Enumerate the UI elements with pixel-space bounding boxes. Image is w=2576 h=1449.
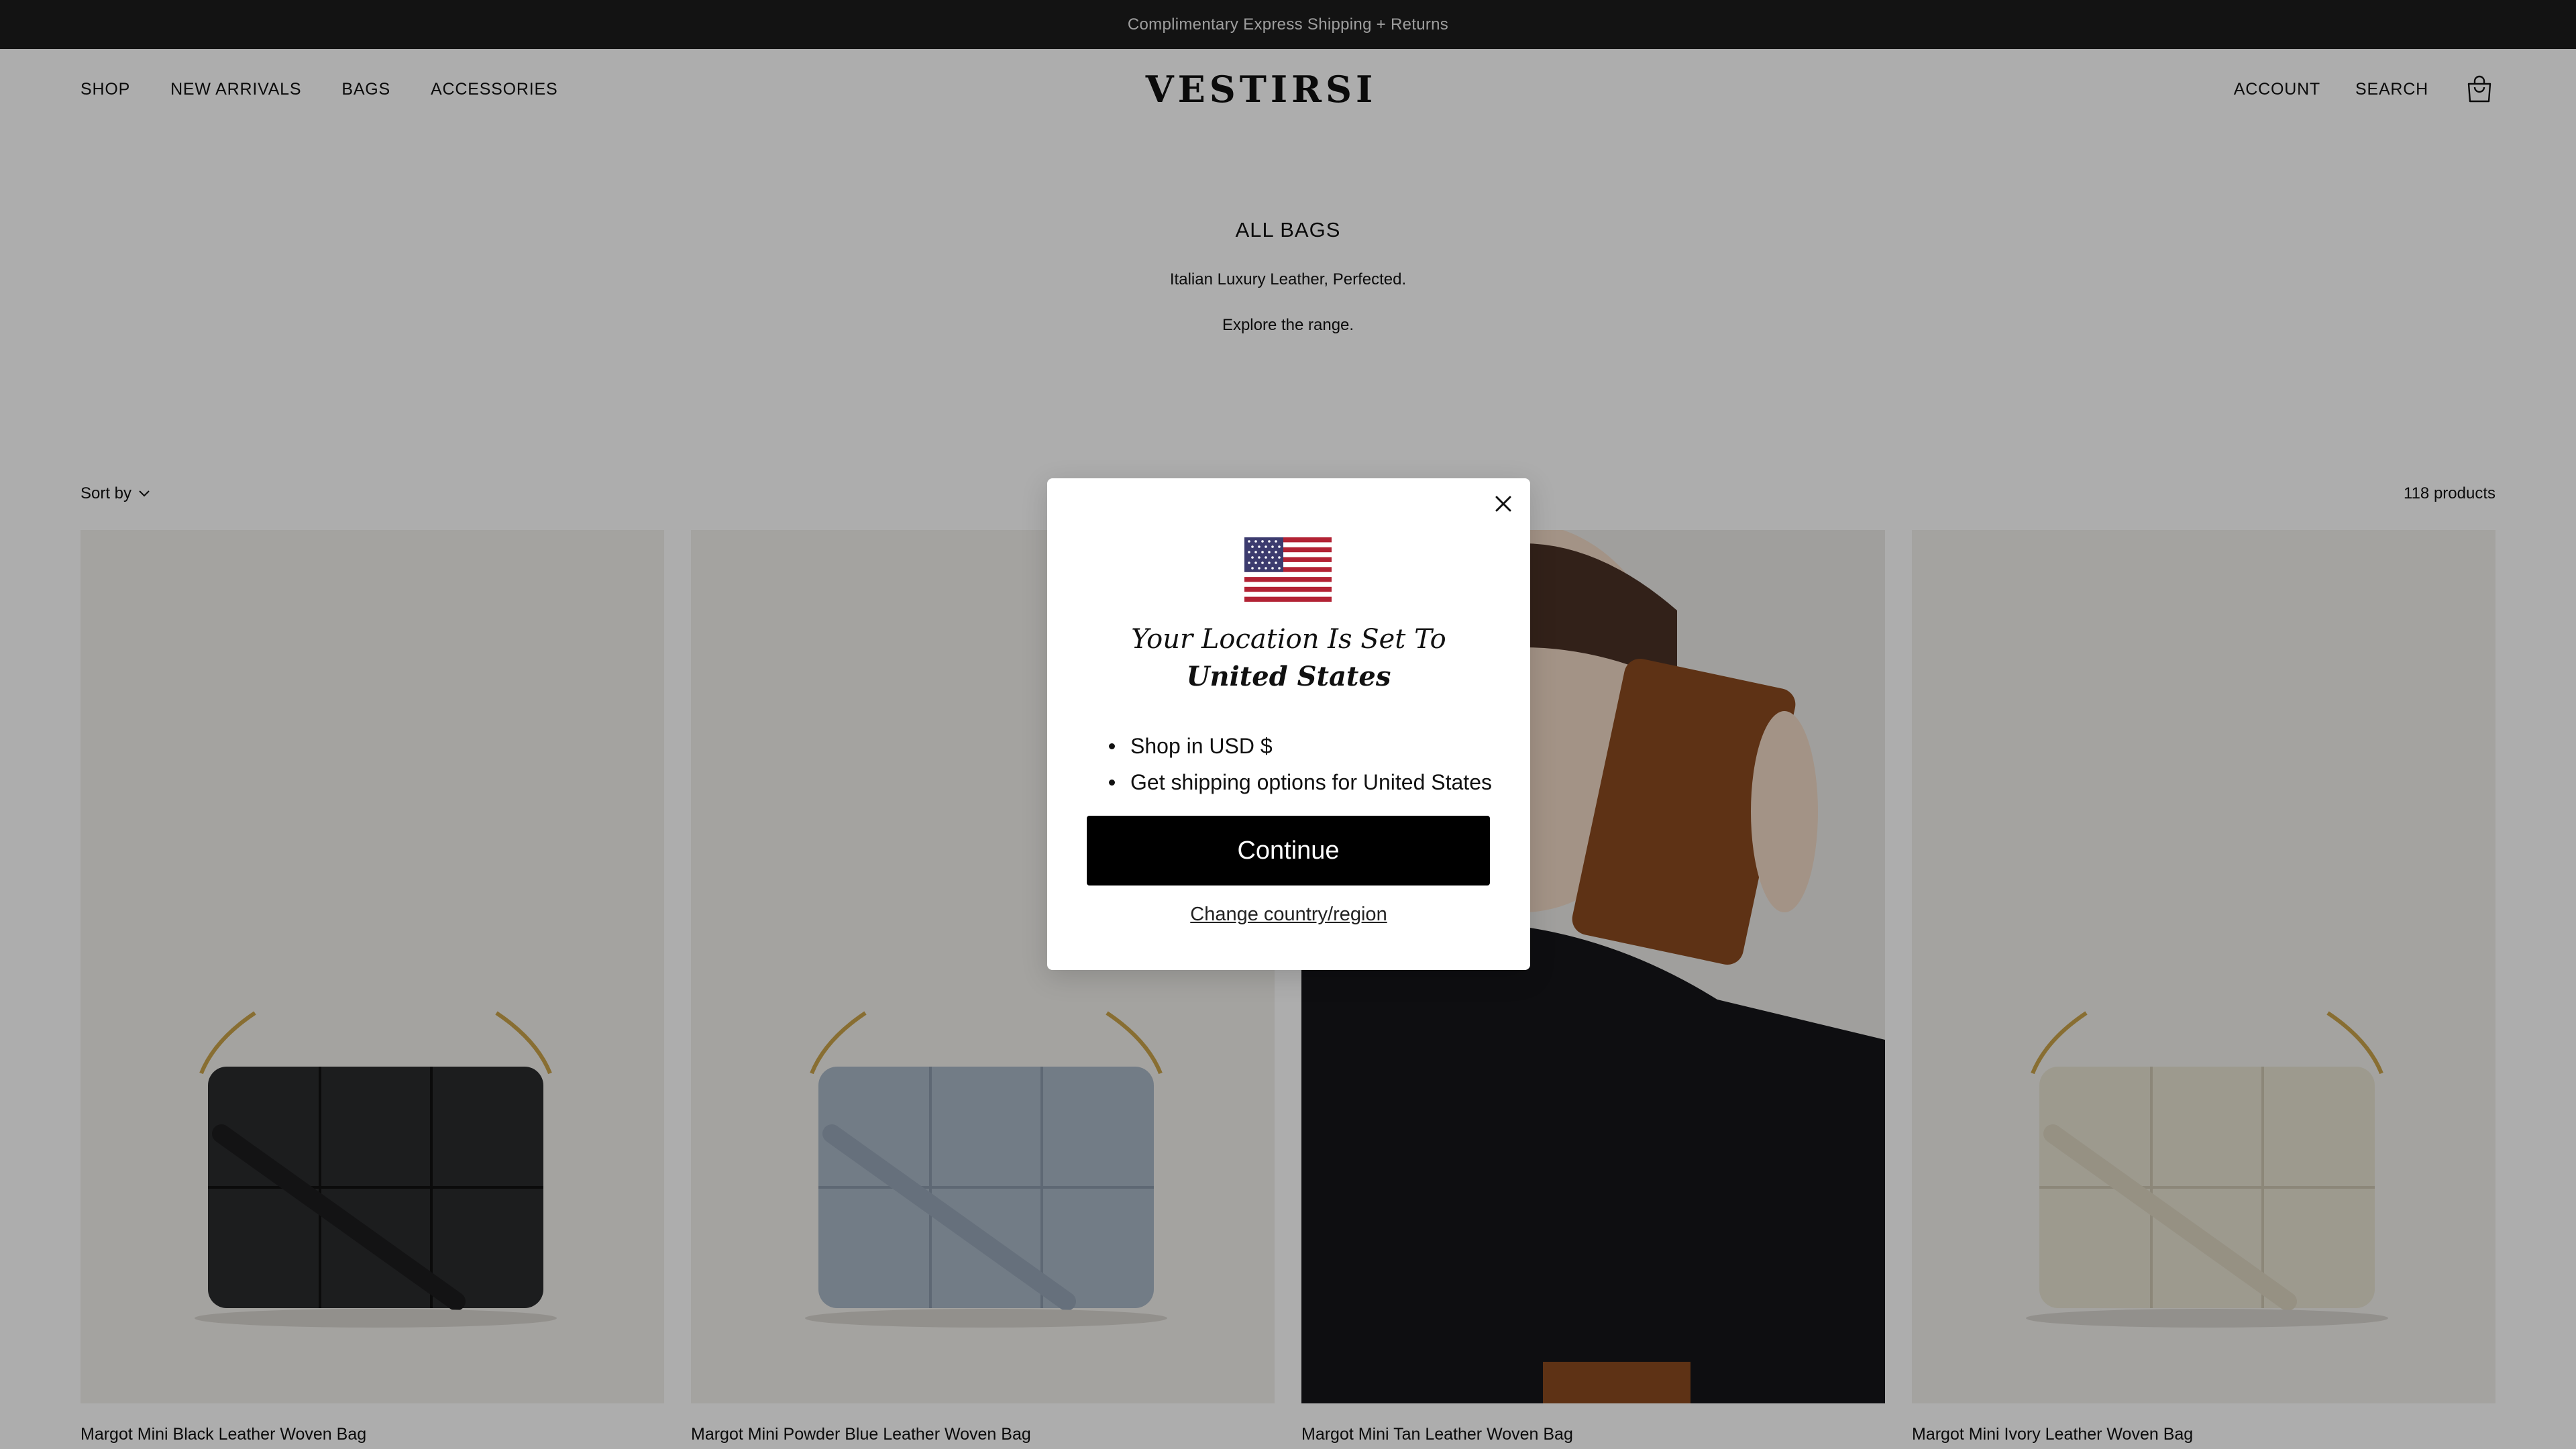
list-item: Shop in USD $ xyxy=(1109,728,1492,764)
continue-button[interactable]: Continue xyxy=(1087,816,1490,885)
us-flag-icon xyxy=(1244,537,1332,602)
change-country-link[interactable]: Change country/region xyxy=(1047,904,1530,926)
close-icon[interactable] xyxy=(1489,489,1518,519)
location-modal: Your Location Is Set To United States Sh… xyxy=(1047,478,1530,970)
list-item: Get shipping options for United States xyxy=(1109,764,1492,800)
modal-heading-country: United States xyxy=(1186,661,1391,692)
modal-heading-prefix: Your Location Is Set To xyxy=(1131,624,1446,655)
modal-heading: Your Location Is Set To United States xyxy=(1087,621,1490,696)
modal-benefits-list: Shop in USD $ Get shipping options for U… xyxy=(1109,728,1492,800)
